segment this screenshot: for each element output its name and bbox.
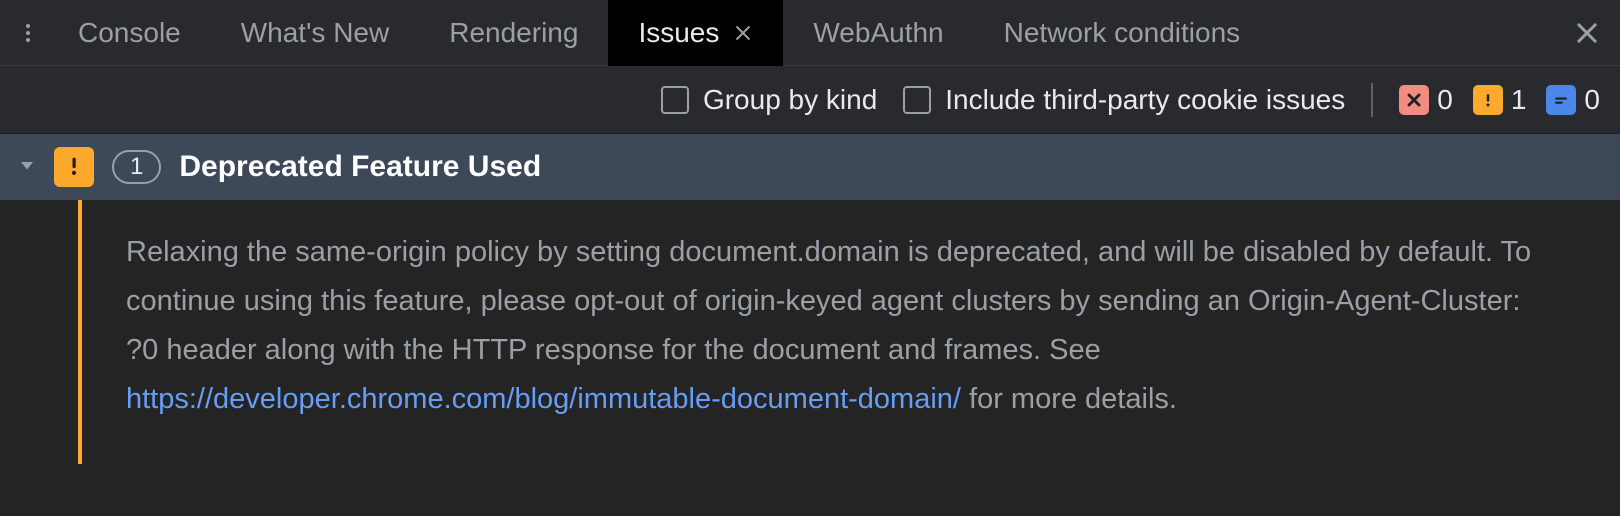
checkbox-label: Group by kind	[703, 84, 877, 116]
toolbar-divider	[1371, 83, 1373, 117]
count-value: 0	[1584, 84, 1600, 116]
group-by-kind-checkbox[interactable]: Group by kind	[661, 84, 877, 116]
tab-rendering[interactable]: Rendering	[419, 0, 608, 66]
issues-toolbar: Group by kind Include third-party cookie…	[0, 66, 1620, 134]
collapse-toggle[interactable]	[18, 156, 36, 179]
issue-body-text-post: for more details.	[961, 383, 1177, 415]
tab-webauthn[interactable]: WebAuthn	[783, 0, 973, 66]
tab-label: Console	[78, 17, 181, 49]
issue-count-value: 1	[130, 153, 143, 181]
tab-console[interactable]: Console	[48, 0, 211, 66]
issue-header[interactable]: 1 Deprecated Feature Used	[0, 134, 1620, 200]
tab-label: What's New	[241, 17, 390, 49]
error-badge-icon	[1399, 85, 1429, 115]
warnings-count[interactable]: 1	[1473, 84, 1527, 116]
issue-body-text: Relaxing the same-origin policy by setti…	[126, 236, 1531, 366]
include-third-party-checkbox[interactable]: Include third-party cookie issues	[903, 84, 1345, 116]
tab-label: Network conditions	[1004, 17, 1241, 49]
issue-body-link[interactable]: https://developer.chrome.com/blog/immuta…	[126, 383, 961, 415]
issue-count-badge: 1	[112, 150, 161, 184]
issue-body-wrap: Relaxing the same-origin policy by setti…	[0, 200, 1620, 464]
issue-body: Relaxing the same-origin policy by setti…	[82, 200, 1592, 464]
checkbox-icon	[903, 86, 931, 114]
more-tabs-button[interactable]	[8, 0, 48, 66]
count-value: 1	[1511, 84, 1527, 116]
chevron-down-icon	[18, 156, 36, 174]
warning-icon	[54, 147, 94, 187]
issues-counts: 0 1 0	[1399, 84, 1600, 116]
errors-count[interactable]: 0	[1399, 84, 1453, 116]
close-icon	[1573, 19, 1601, 47]
issue-title: Deprecated Feature Used	[179, 150, 541, 184]
tab-strip: Console What's New Rendering Issues WebA…	[0, 0, 1620, 66]
info-badge-icon	[1546, 85, 1576, 115]
count-value: 0	[1437, 84, 1453, 116]
tab-label: Rendering	[449, 17, 578, 49]
tab-label: Issues	[638, 17, 719, 49]
close-panel-button[interactable]	[1562, 0, 1612, 66]
tab-label: WebAuthn	[813, 17, 943, 49]
warning-badge-icon	[1473, 85, 1503, 115]
tab-network-conditions[interactable]: Network conditions	[974, 0, 1271, 66]
close-tab-button[interactable]	[733, 23, 753, 43]
kebab-icon	[16, 21, 40, 45]
checkbox-icon	[661, 86, 689, 114]
info-count[interactable]: 0	[1546, 84, 1600, 116]
checkbox-label: Include third-party cookie issues	[945, 84, 1345, 116]
close-icon	[733, 23, 753, 43]
tab-issues[interactable]: Issues	[608, 0, 783, 66]
tab-whats-new[interactable]: What's New	[211, 0, 420, 66]
